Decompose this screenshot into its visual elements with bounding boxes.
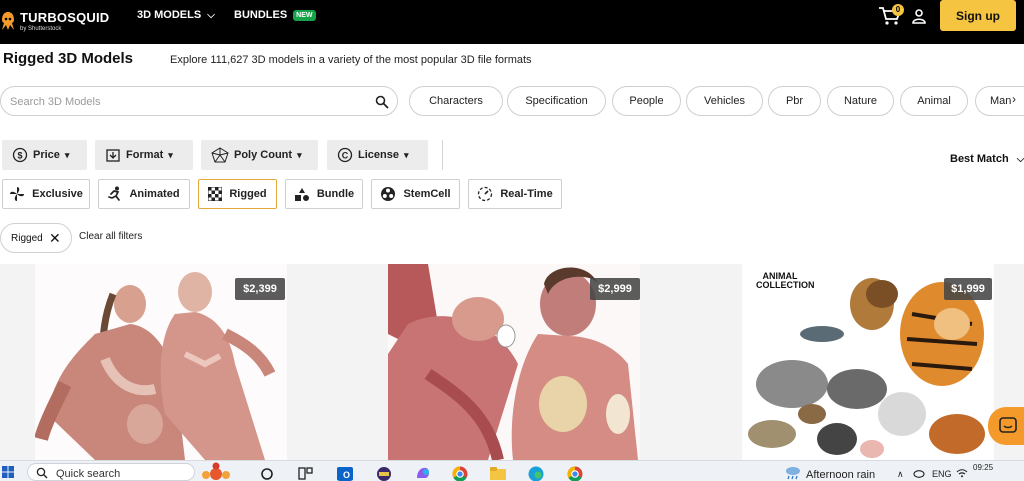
chevron-down-icon: ⌵ bbox=[207, 9, 215, 21]
nav-bundles-label: BUNDLES bbox=[234, 9, 288, 21]
animated-label: Animated bbox=[129, 188, 180, 200]
bundle-toggle[interactable]: Bundle bbox=[285, 179, 363, 209]
active-filter-chip: Rigged ✕ bbox=[0, 223, 72, 253]
sort-label: Best Match bbox=[950, 153, 1009, 165]
realtime-toggle[interactable]: Real-Time bbox=[468, 179, 562, 209]
weather-text: Afternoon rain bbox=[806, 469, 876, 481]
search-icon bbox=[36, 467, 48, 479]
active-filter-label: Rigged bbox=[11, 232, 43, 244]
chat-icon bbox=[999, 417, 1017, 433]
copilot-icon[interactable] bbox=[414, 464, 432, 481]
price-badge: $1,999 bbox=[944, 278, 992, 300]
category-chip-specification[interactable]: Specification bbox=[507, 86, 606, 116]
bundle-shapes-icon bbox=[294, 187, 309, 201]
user-account-icon[interactable] bbox=[911, 8, 927, 24]
category-chip-people[interactable]: People bbox=[612, 86, 681, 116]
poly-count-filter-dropdown[interactable]: Poly Count ▾ bbox=[201, 140, 318, 170]
license-filter-dropdown[interactable]: C License ▾ bbox=[327, 140, 428, 170]
language-indicator[interactable]: ENG bbox=[932, 469, 952, 479]
windows-start-icon[interactable] bbox=[2, 466, 14, 478]
nav-3d-models-label: 3D MODELS bbox=[137, 9, 202, 21]
realtime-gauge-icon bbox=[478, 186, 493, 202]
weather-rain-icon[interactable] bbox=[784, 465, 802, 480]
exclusive-label: Exclusive bbox=[32, 188, 83, 200]
chevron-down-icon: ▾ bbox=[297, 149, 302, 160]
turbosquid-logo[interactable]: TURBOSQUID by Shutterstock bbox=[0, 4, 120, 38]
category-chip-animal[interactable]: Animal bbox=[900, 86, 968, 116]
chevron-down-icon: ▾ bbox=[403, 149, 409, 160]
taskbar-search-text: Quick search bbox=[56, 468, 121, 480]
dollar-circle-icon: $ bbox=[12, 147, 28, 163]
license-filter-label: License bbox=[358, 149, 399, 161]
task-view-icon[interactable] bbox=[258, 464, 276, 481]
page-subtitle: Explore 111,627 3D models in a variety o… bbox=[170, 54, 532, 66]
sort-dropdown[interactable]: Best Match ⌵ bbox=[950, 153, 1024, 165]
signup-button[interactable]: Sign up bbox=[940, 0, 1016, 31]
license-copyright-icon: C bbox=[337, 147, 353, 163]
logo-subtitle: by Shutterstock bbox=[20, 25, 62, 32]
file-explorer-icon[interactable] bbox=[489, 464, 507, 481]
search-highlight-flower-icon bbox=[202, 462, 230, 480]
search-icon[interactable] bbox=[375, 95, 389, 109]
cart-count-badge: 0 bbox=[892, 4, 904, 16]
stemcell-label: StemCell bbox=[403, 188, 451, 200]
format-filter-dropdown[interactable]: Format ▾ bbox=[95, 140, 193, 170]
product-overlay-title: ANIMAL COLLECTION bbox=[756, 271, 815, 290]
exclusive-toggle[interactable]: Exclusive bbox=[2, 179, 90, 209]
close-icon[interactable]: ✕ bbox=[49, 230, 61, 247]
squid-logo-icon bbox=[2, 12, 14, 30]
stemcell-toggle[interactable]: StemCell bbox=[371, 179, 460, 209]
nav-bundles-link[interactable]: BUNDLES NEW bbox=[234, 9, 316, 21]
nav-3d-models-menu[interactable]: 3D MODELS ⌵ bbox=[137, 9, 215, 21]
search-box bbox=[0, 86, 398, 116]
bundle-label: Bundle bbox=[316, 188, 355, 200]
rigged-label: Rigged bbox=[229, 188, 267, 200]
poly-count-filter-label: Poly Count bbox=[234, 149, 293, 161]
chevron-down-icon: ▾ bbox=[168, 149, 173, 160]
chevron-up-icon[interactable]: ∧ bbox=[897, 469, 904, 480]
price-filter-label: Price bbox=[33, 149, 60, 161]
stemcell-icon bbox=[381, 187, 396, 201]
media-player-icon[interactable] bbox=[375, 464, 393, 481]
category-chip-nature[interactable]: Nature bbox=[827, 86, 894, 116]
chat-widget-button[interactable] bbox=[988, 407, 1024, 445]
chevron-right-icon[interactable]: › bbox=[1012, 92, 1016, 106]
category-chip-vehicles[interactable]: Vehicles bbox=[686, 86, 763, 116]
clear-all-filters-link[interactable]: Clear all filters bbox=[79, 231, 142, 242]
price-badge: $2,399 bbox=[235, 278, 285, 300]
rigged-toggle[interactable]: Rigged bbox=[198, 179, 277, 209]
category-chip-characters[interactable]: Characters bbox=[409, 86, 503, 116]
edge-icon[interactable] bbox=[527, 464, 545, 481]
chrome-icon[interactable] bbox=[451, 464, 469, 481]
running-person-icon bbox=[108, 186, 121, 201]
new-badge: NEW bbox=[293, 9, 316, 21]
wifi-icon[interactable] bbox=[956, 468, 968, 478]
exclusive-pinwheel-icon bbox=[10, 187, 25, 201]
svg-text:C: C bbox=[342, 151, 349, 161]
category-chip-pbr[interactable]: Pbr bbox=[768, 86, 821, 116]
outlook-icon[interactable]: O bbox=[336, 464, 354, 481]
category-chip-man[interactable]: Man bbox=[975, 86, 1024, 116]
price-badge: $2,999 bbox=[590, 278, 640, 300]
top-navigation-bar: TURBOSQUID by Shutterstock 3D MODELS ⌵ B… bbox=[0, 0, 1024, 44]
filter-divider bbox=[442, 140, 443, 170]
svg-text:$: $ bbox=[17, 151, 22, 161]
clock-time[interactable]: 09:25 bbox=[973, 463, 993, 472]
chevron-down-icon: ⌵ bbox=[1016, 153, 1024, 165]
chevron-down-icon: ▾ bbox=[64, 149, 70, 160]
format-filter-label: Format bbox=[126, 149, 164, 161]
rigged-checker-icon bbox=[208, 187, 223, 201]
svg-text:O: O bbox=[343, 470, 350, 480]
animated-toggle[interactable]: Animated bbox=[98, 179, 190, 209]
download-box-icon bbox=[106, 149, 120, 162]
widgets-icon[interactable] bbox=[296, 464, 314, 481]
polygon-mesh-icon bbox=[211, 147, 229, 163]
chrome-icon[interactable] bbox=[566, 464, 584, 481]
price-filter-dropdown[interactable]: $ Price ▾ bbox=[2, 140, 87, 170]
logo-title: TURBOSQUID bbox=[20, 9, 110, 25]
cloud-tray-icon[interactable] bbox=[913, 468, 925, 478]
realtime-label: Real-Time bbox=[500, 188, 553, 200]
search-input[interactable] bbox=[10, 93, 350, 111]
page-title: Rigged 3D Models bbox=[3, 50, 134, 67]
